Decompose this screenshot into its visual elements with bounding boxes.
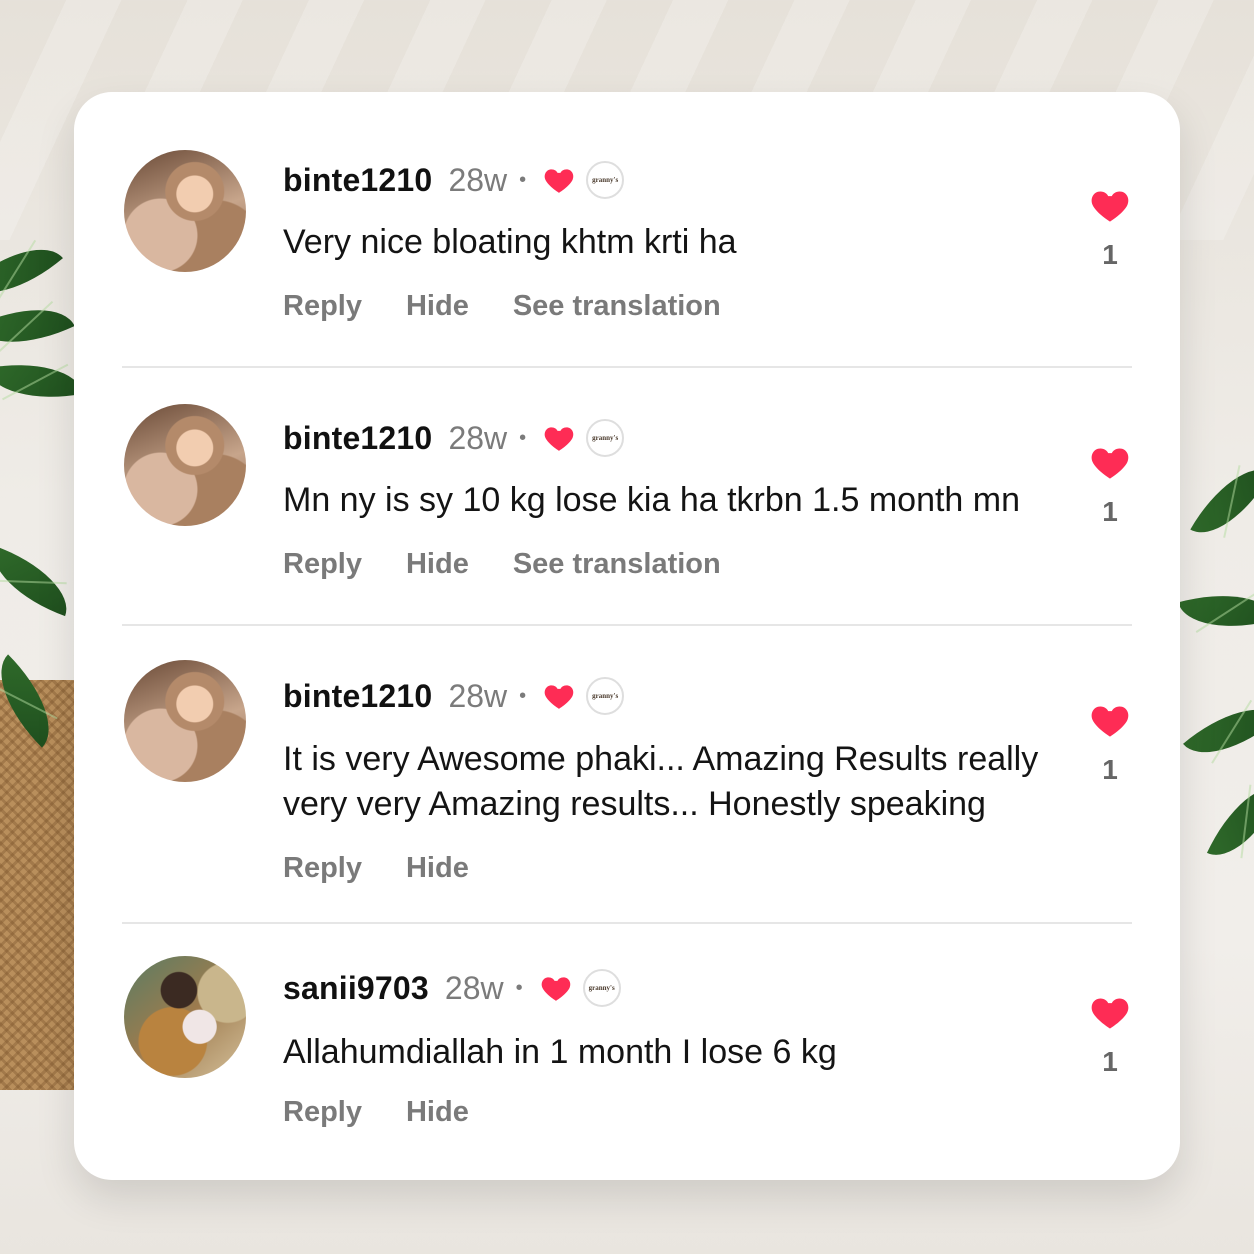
creator-badge-icon: granny's [586, 161, 625, 199]
reply-button[interactable]: Reply [283, 290, 362, 323]
username[interactable]: binte1210 [283, 678, 432, 715]
like-button[interactable]: 1 [1088, 187, 1132, 271]
creator-badge-icon: granny's [586, 419, 625, 457]
separator-dot: • [519, 684, 527, 707]
leaf-decoration [0, 352, 83, 410]
comment-actions: Reply Hide [283, 1096, 513, 1129]
heart-icon [1091, 191, 1129, 222]
separator-dot: • [519, 426, 527, 449]
comment-header: sanii9703 28w • granny's [283, 968, 621, 1008]
creator-liked-heart-icon [544, 169, 574, 193]
username[interactable]: binte1210 [283, 420, 432, 457]
creator-badge-icon: granny's [586, 677, 625, 715]
comment-time: 28w [448, 677, 508, 714]
leaf-decoration [1206, 771, 1254, 871]
avatar[interactable] [124, 404, 246, 526]
comment-actions: Reply Hide See translation [283, 290, 765, 323]
heart-icon [1091, 706, 1129, 737]
comment-header: binte1210 28w • granny's [283, 160, 625, 200]
comment-time: 28w [448, 161, 508, 198]
avatar[interactable] [124, 956, 246, 1078]
like-button[interactable]: 1 [1088, 994, 1132, 1078]
comment-text: Allahumdiallah in 1 month I lose 6 kg [283, 1033, 837, 1071]
separator-dot: • [515, 976, 523, 999]
like-count: 1 [1102, 1046, 1118, 1077]
comments-card: binte1210 28w • granny's Very nice bloat… [74, 92, 1180, 1180]
comment-header: binte1210 28w • granny's [283, 676, 625, 716]
reply-button[interactable]: Reply [283, 1096, 362, 1129]
divider [122, 366, 1132, 368]
see-translation-button[interactable]: See translation [513, 548, 721, 581]
reply-button[interactable]: Reply [283, 548, 362, 581]
leaf-decoration [0, 287, 75, 365]
comment-header: binte1210 28w • granny's [283, 418, 625, 458]
creator-liked-heart-icon [544, 685, 574, 709]
comment-actions: Reply Hide See translation [283, 548, 765, 581]
avatar[interactable] [124, 150, 246, 272]
comment-time: 28w [448, 419, 508, 456]
username[interactable]: binte1210 [283, 162, 432, 199]
username[interactable]: sanii9703 [283, 970, 429, 1007]
leaf-decoration [0, 545, 80, 617]
hide-button[interactable]: Hide [406, 1096, 469, 1129]
separator-dot: • [519, 168, 527, 191]
leaf-decoration [1178, 579, 1254, 643]
leaf-decoration [1183, 685, 1254, 777]
comment-text: Very nice bloating khtm krti ha [283, 223, 737, 261]
like-count: 1 [1102, 239, 1118, 270]
hide-button[interactable]: Hide [406, 852, 469, 885]
heart-icon [1091, 448, 1129, 479]
creator-badge-icon: granny's [582, 969, 621, 1007]
hide-button[interactable]: Hide [406, 548, 469, 581]
divider [122, 624, 1132, 626]
leaf-decoration [1190, 451, 1254, 551]
like-button[interactable]: 1 [1088, 444, 1132, 528]
like-count: 1 [1102, 754, 1118, 785]
like-count: 1 [1102, 496, 1118, 527]
like-button[interactable]: 1 [1088, 702, 1132, 786]
divider [122, 922, 1132, 924]
avatar[interactable] [124, 660, 246, 782]
comment-text: Mn ny is sy 10 kg lose kia ha tkrbn 1.5 … [283, 481, 1021, 519]
reply-button[interactable]: Reply [283, 852, 362, 885]
hide-button[interactable]: Hide [406, 290, 469, 323]
comment-text: It is very Awesome phaki... Amazing Resu… [283, 740, 1039, 823]
comment-time: 28w [444, 969, 504, 1006]
creator-liked-heart-icon [544, 427, 574, 451]
see-translation-button[interactable]: See translation [513, 290, 721, 323]
heart-icon [1091, 998, 1129, 1029]
creator-liked-heart-icon [541, 977, 570, 1001]
comment-actions: Reply Hide [283, 852, 513, 885]
